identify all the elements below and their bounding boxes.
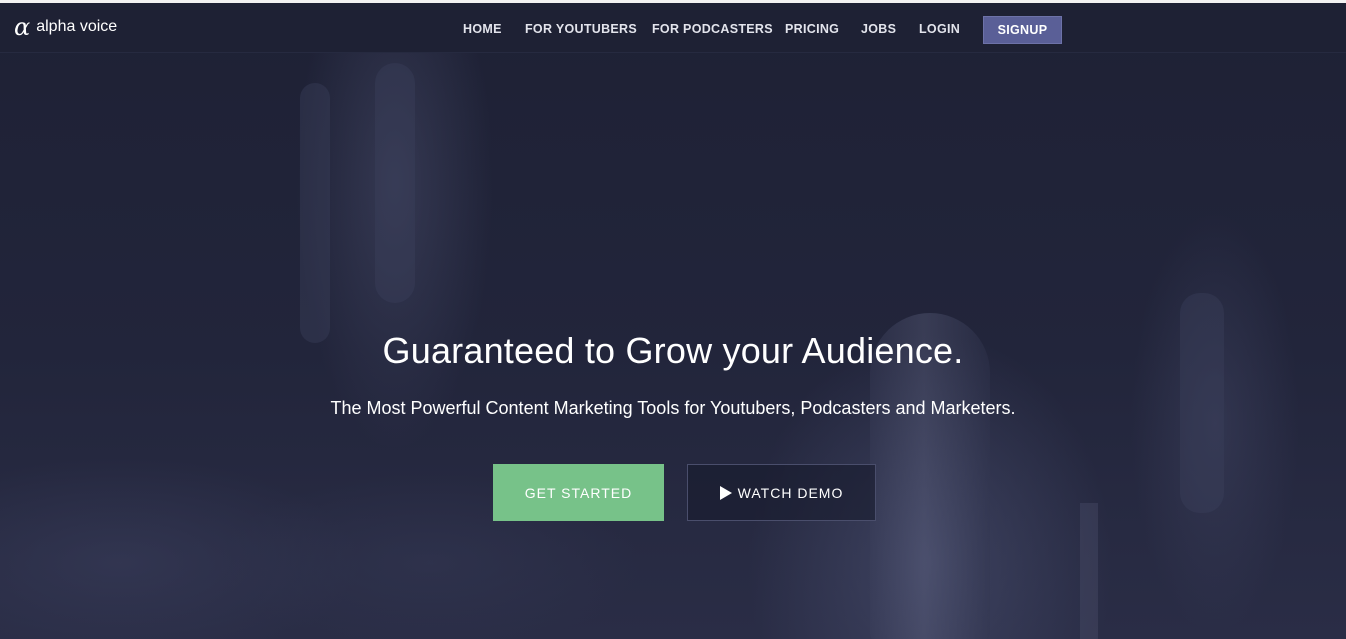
nav-login[interactable]: LOGIN bbox=[919, 22, 960, 36]
watch-demo-button[interactable]: WATCH DEMO bbox=[687, 464, 876, 521]
watch-demo-label: WATCH DEMO bbox=[737, 484, 844, 501]
background-blur-shape bbox=[300, 83, 330, 343]
nav-pricing[interactable]: PRICING bbox=[785, 22, 839, 36]
brand-name: alpha voice bbox=[36, 18, 118, 35]
nav-home[interactable]: HOME bbox=[463, 22, 502, 36]
nav-for-youtubers[interactable]: FOR YOUTUBERS bbox=[525, 22, 637, 36]
background-blur-shape bbox=[375, 63, 415, 303]
brand-logo[interactable]: α alpha voice bbox=[14, 13, 118, 41]
get-started-button[interactable]: GET STARTED bbox=[493, 464, 664, 521]
hero-background-image bbox=[0, 3, 1346, 639]
hero-subheadline: The Most Powerful Content Marketing Tool… bbox=[330, 398, 1016, 418]
play-icon bbox=[719, 485, 732, 500]
nav-jobs[interactable]: JOBS bbox=[861, 22, 896, 36]
mic-stand-silhouette bbox=[1080, 503, 1098, 639]
alpha-logo-icon: α bbox=[14, 13, 31, 41]
signup-button[interactable]: SIGNUP bbox=[983, 16, 1062, 44]
navbar: α alpha voice HOME FOR YOUTUBERS FOR POD… bbox=[0, 3, 1346, 53]
hero-headline: Guaranteed to Grow your Audience. bbox=[382, 330, 964, 371]
nav-for-podcasters[interactable]: FOR PODCASTERS bbox=[652, 22, 773, 36]
